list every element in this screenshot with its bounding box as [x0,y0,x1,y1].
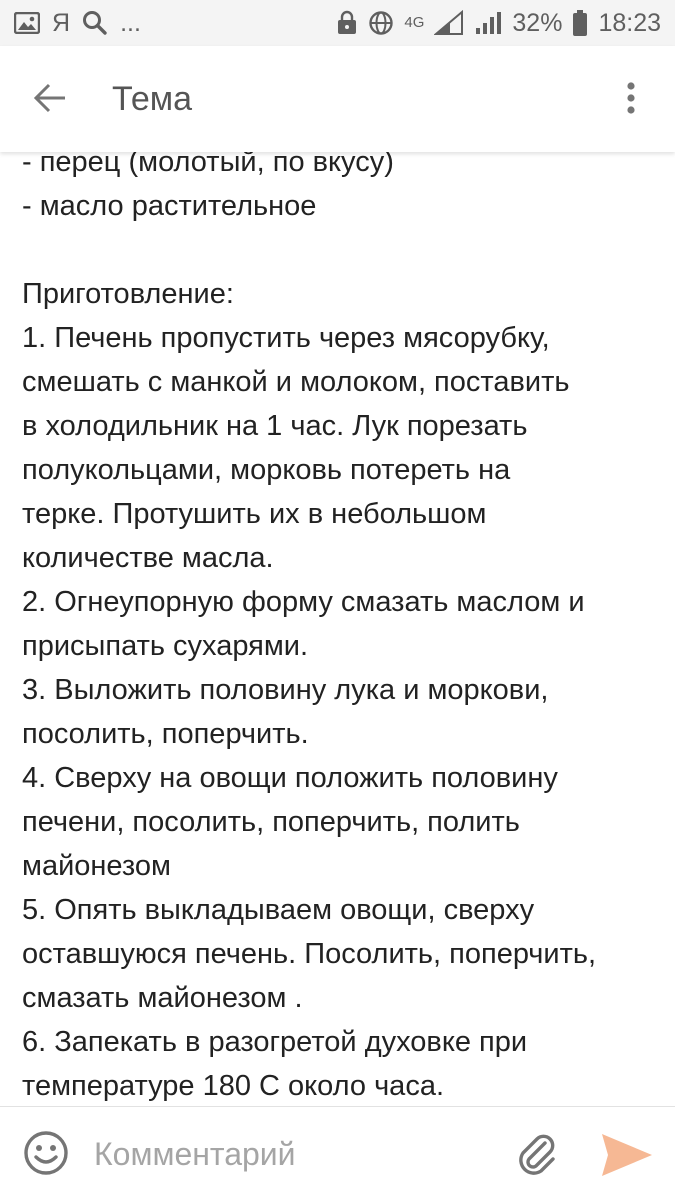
page-title: Тема [112,80,193,118]
overflow-menu-button[interactable] [609,72,653,128]
network-label: 4G [404,14,425,31]
text-line: смазать майонезом . [22,982,303,1014]
back-arrow-icon [33,83,67,118]
text-line: печени, посолить, поперчить, полить [22,806,520,838]
text-line: терке. Протушить их в небольшом [22,498,487,530]
paperclip-icon [515,1131,557,1182]
status-left: Я ... [14,8,141,38]
emoji-icon [23,1130,69,1181]
app-bar: Тема [0,46,675,152]
text-line: 4. Сверху на овощи положить половину [22,762,558,794]
text-line: 1. Печень пропустить через мясорубку, [22,322,550,354]
text-line: 6. Запекать в разогретой духовке при [22,1026,528,1058]
text-line: оставшуюся печень. Посолить, поперчить, [22,938,597,970]
status-more: ... [120,8,141,37]
network-type: 4G [404,8,424,38]
carrier-glyph: Я [52,8,71,37]
text-line: 5. Опять выкладываем овощи, сверху [22,894,535,926]
attach-button[interactable] [512,1131,560,1181]
comment-bar [0,1106,675,1200]
text-line: Приготовление: [22,278,234,310]
globe-icon [368,8,394,38]
status-right: 4G 32% 18:23 [336,8,661,38]
text-line: - масло растительное [22,190,317,222]
lock-icon [336,8,358,38]
text-line: 2. Огнеупорную форму смазать маслом и [22,586,585,618]
text-line: присыпать сухарями. [22,630,309,662]
text-line: 3. Выложить половину лука и моркови, [22,674,549,706]
send-button[interactable] [598,1131,656,1183]
text-line: майонезом [22,850,171,882]
text-line: полукольцами, морковь потереть на [22,454,511,486]
search-icon [82,8,108,38]
text-line: смешать с манкой и молоком, поставить [22,366,570,398]
signal-bars-icon [474,8,502,38]
text-line: количестве масла. [22,542,274,574]
signal-icon [434,8,464,38]
back-button[interactable] [22,72,78,128]
more-vertical-icon [626,81,636,120]
comment-input[interactable] [94,1129,494,1179]
emoji-button[interactable] [22,1130,70,1181]
battery-icon [572,8,588,38]
send-icon [600,1132,654,1183]
status-bar: Я ... 4G 32% 18:23 [0,0,675,46]
battery-percent: 32% [512,8,563,37]
text-line: посолить, поперчить. [22,718,309,750]
status-time: 18:23 [598,8,661,37]
text-line: температуре 180 С около часа. [22,1070,445,1102]
image-icon [14,8,40,38]
post-content: - перец (молотый, по вкусу) - масло расти… [22,140,662,1105]
text-line: в холодильник на 1 час. Лук порезать [22,410,528,442]
